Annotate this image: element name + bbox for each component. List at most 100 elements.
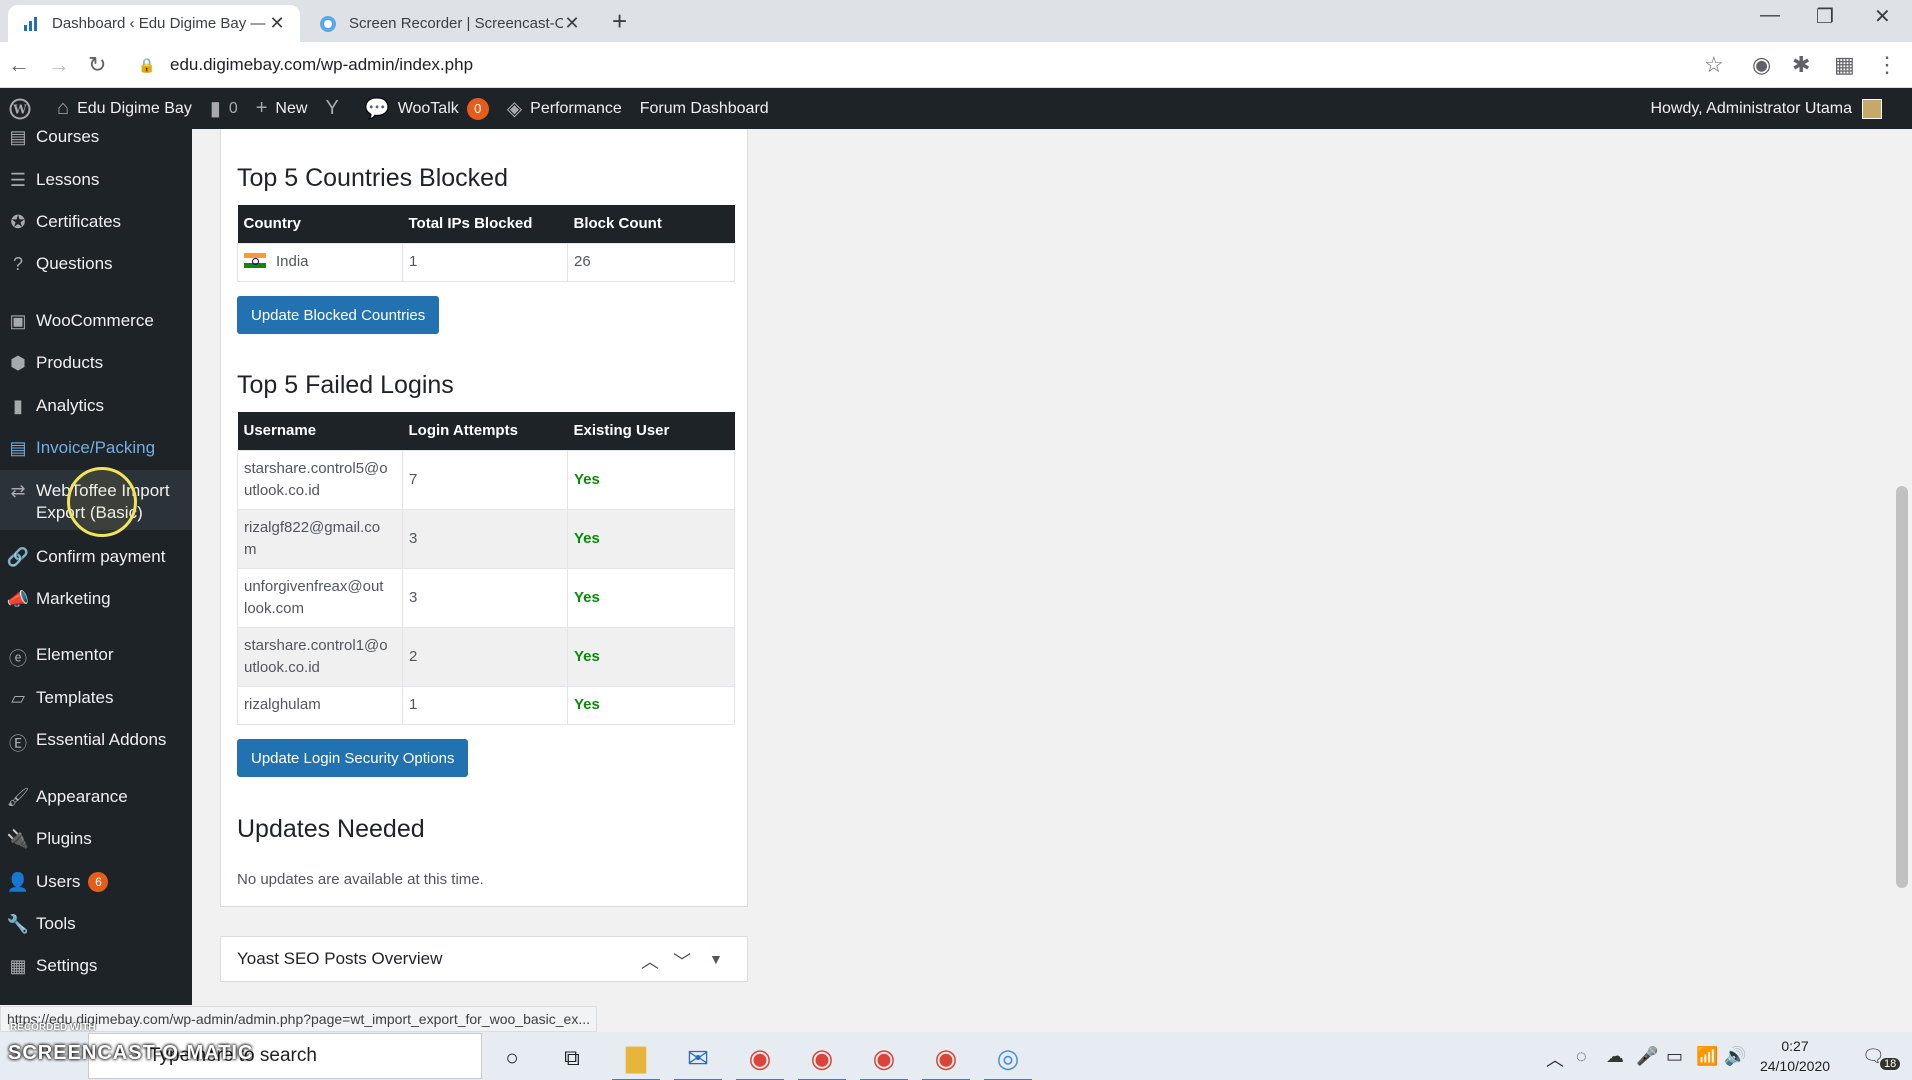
url-text: edu.digimebay.com/wp-admin/index.php: [170, 55, 474, 74]
back-icon[interactable]: ←: [8, 52, 30, 78]
tab-title: Screen Recorder | Screencast-O-M: [349, 15, 563, 32]
cortana-circle-icon[interactable]: ○: [494, 1040, 530, 1076]
sidebar-item-questions[interactable]: ? Questions: [0, 253, 192, 275]
chrome-icon[interactable]: ◉: [736, 1040, 784, 1080]
screencast-app-icon[interactable]: ◎: [984, 1040, 1032, 1080]
new-content-menu[interactable]: + New: [247, 88, 317, 129]
home-icon: ⌂: [57, 97, 70, 119]
sidebar-item-woocommerce[interactable]: ▣ WooCommerce: [0, 310, 192, 332]
my-account-menu[interactable]: Howdy, Administrator Utama: [1650, 88, 1882, 129]
update-blocked-countries-button[interactable]: Update Blocked Countries: [237, 296, 440, 334]
sidebar-item-plugins[interactable]: 🔌 Plugins: [0, 828, 192, 850]
close-tab-icon[interactable]: ✕: [563, 13, 581, 34]
wifi-icon[interactable]: 📶: [1696, 1046, 1718, 1067]
mail-icon[interactable]: ✉: [674, 1040, 722, 1080]
attempts-cell: 2: [402, 626, 568, 687]
chrome-profile-2-icon[interactable]: ◉: [860, 1040, 908, 1080]
certificates-icon: ✪: [10, 212, 26, 232]
close-tab-icon[interactable]: ✕: [268, 13, 286, 34]
sidebar-item-marketing[interactable]: 📣 Marketing: [0, 588, 192, 610]
new-tab-button[interactable]: +: [612, 6, 627, 37]
minimize-icon[interactable]: —: [1760, 4, 1780, 27]
sidebar-item-essential-addons[interactable]: Ⓔ Essential Addons: [0, 729, 192, 756]
questions-icon: ?: [12, 254, 23, 274]
existing-user-cell: Yes: [567, 626, 735, 687]
sidebar-item-lessons[interactable]: ☰ Lessons: [0, 169, 192, 191]
tray-expand-icon[interactable]: ︿: [1546, 1046, 1564, 1072]
performance-menu[interactable]: ◈ Performance: [498, 88, 631, 129]
tab-screen-recorder[interactable]: Screen Recorder | Screencast-O-M ✕: [305, 5, 595, 42]
sidebar-item-certificates[interactable]: ✪ Certificates: [0, 211, 192, 233]
yoast-widget-title: Yoast SEO Posts Overview: [237, 949, 443, 968]
system-clock[interactable]: 0:27 24/10/2020: [1752, 1036, 1838, 1076]
sidebar-item-users[interactable]: 👤 Users 6: [0, 871, 192, 893]
sidebar-item-tools[interactable]: 🔧 Tools: [0, 913, 192, 935]
plugins-icon: 🔌: [6, 829, 30, 849]
chat-bubbles-icon: 💬: [364, 98, 390, 120]
username-cell: rizalghulam: [237, 685, 403, 725]
sidebar-item-products[interactable]: ⬢ Products: [0, 352, 192, 374]
sidebar-item-webtoffee-import-export[interactable]: ⇄ WebToffee Import Export (Basic): [0, 470, 192, 530]
main-content: Top 5 Countries Blocked Country Total IP…: [192, 129, 1892, 1005]
wootalk-menu[interactable]: 💬 WooTalk 0: [356, 88, 498, 129]
restore-icon[interactable]: ❐: [1816, 4, 1834, 29]
recorded-with-watermark: RECORDED WITH: [10, 1022, 96, 1033]
security-dashboard-widget: Top 5 Countries Blocked Country Total IP…: [220, 129, 748, 907]
forum-dashboard-menu[interactable]: Forum Dashboard: [631, 88, 778, 129]
extensions-puzzle-icon[interactable]: ✱: [1792, 52, 1810, 78]
onedrive-icon[interactable]: ☁: [1606, 1046, 1624, 1067]
elementor-icon: ⓔ: [9, 649, 27, 669]
username-cell: starshare.control1@o utlook.co.id: [237, 626, 403, 687]
sidebar-item-invoice-packing[interactable]: ▤ Invoice/Packing: [0, 437, 192, 459]
table-header-row: Username Login Attempts Existing User: [237, 412, 735, 450]
site-name-menu[interactable]: ⌂ Edu Digime Bay: [48, 88, 201, 129]
sidebar-item-templates[interactable]: ▱ Templates: [0, 687, 192, 709]
chrome-profile-icon[interactable]: ◉: [798, 1040, 846, 1080]
move-up-icon[interactable]: ︿: [641, 948, 659, 974]
url-field[interactable]: 🔒 edu.digimebay.com/wp-admin/index.php: [138, 50, 1718, 80]
tab-dashboard[interactable]: Dashboard ‹ Edu Digime Bay — W ✕: [8, 5, 300, 42]
sidebar-item-confirm-payment[interactable]: 🔗 Confirm payment: [0, 546, 192, 568]
extension-grid-icon[interactable]: ▦: [1834, 52, 1855, 78]
forward-icon[interactable]: →: [48, 52, 70, 78]
browser-menu-icon[interactable]: ⋮: [1876, 52, 1898, 78]
yoast-menu[interactable]: Y: [316, 88, 355, 129]
toggle-panel-icon[interactable]: ▼: [709, 951, 723, 967]
users-label: Users: [36, 872, 81, 891]
move-down-icon[interactable]: ﹀: [673, 948, 691, 974]
sidebar-item-analytics[interactable]: ▮ Analytics: [0, 395, 192, 417]
bookmark-star-icon[interactable]: ☆: [1704, 52, 1724, 78]
wp-logo-menu[interactable]: W: [0, 88, 48, 129]
battery-icon[interactable]: ▭: [1666, 1046, 1683, 1067]
comments-menu[interactable]: ▮ 0: [201, 88, 247, 129]
sidebar-item-elementor[interactable]: ⓔ Elementor: [0, 644, 192, 671]
microphone-icon[interactable]: 🎤: [1636, 1046, 1658, 1067]
table-row: starshare.control5@o utlook.co.id 7 Yes: [237, 449, 735, 510]
extension-globe-icon[interactable]: ◉: [1752, 52, 1771, 78]
tools-icon: 🔧: [6, 914, 30, 934]
failed-logins-heading: Top 5 Failed Logins: [237, 371, 454, 399]
existing-user-cell: Yes: [567, 508, 735, 569]
sidebar-item-courses[interactable]: ▤ Courses: [0, 129, 192, 148]
column-header: Block Count: [567, 205, 735, 243]
svg-text:W: W: [12, 102, 27, 116]
reload-icon[interactable]: ↻: [88, 52, 106, 78]
wootalk-label: WooTalk: [397, 99, 459, 117]
volume-icon[interactable]: 🔊: [1724, 1046, 1746, 1067]
sidebar-item-appearance[interactable]: 🖌 Appearance: [0, 786, 192, 808]
close-window-icon[interactable]: ✕: [1874, 4, 1891, 29]
sidebar-item-settings[interactable]: ▦ Settings: [0, 955, 192, 977]
chrome-profile-3-icon[interactable]: ◉: [922, 1040, 970, 1080]
scrollbar-thumb[interactable]: [1896, 486, 1908, 888]
file-explorer-icon[interactable]: ▇: [612, 1040, 660, 1080]
tab-title: Dashboard ‹ Edu Digime Bay — W: [52, 15, 268, 32]
update-login-security-button[interactable]: Update Login Security Options: [237, 739, 469, 777]
wp-admin-bar: W ⌂ Edu Digime Bay ▮ 0 + New Y 💬 WooTalk…: [0, 88, 1912, 129]
wordpress-logo-icon: W: [9, 98, 31, 120]
tray-app-icon[interactable]: ◌: [1576, 1046, 1587, 1067]
task-view-icon[interactable]: ⧉: [554, 1040, 590, 1076]
existing-user-cell: Yes: [567, 685, 735, 725]
username-cell: rizalgf822@gmail.co m: [237, 508, 403, 569]
attempts-cell: 3: [402, 508, 568, 569]
wootalk-count-badge: 0: [466, 97, 489, 120]
